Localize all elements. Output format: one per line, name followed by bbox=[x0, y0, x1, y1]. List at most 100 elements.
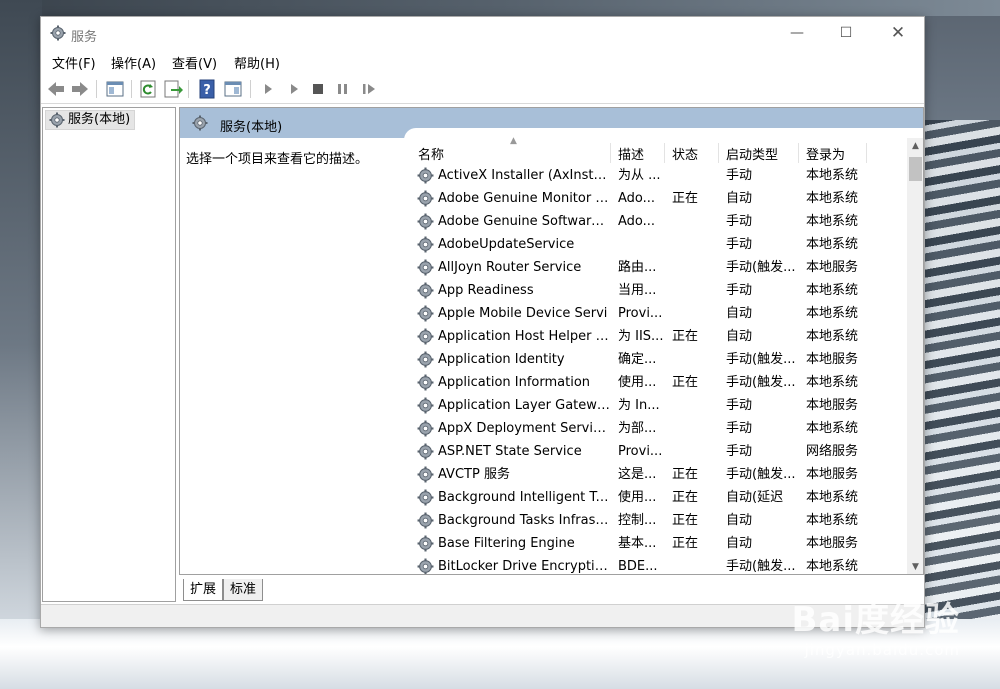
service-description: 使用... bbox=[618, 375, 657, 390]
tab-extended[interactable]: 扩展 bbox=[183, 579, 224, 601]
service-name: ASP.NET State Service bbox=[438, 444, 582, 459]
resume-service-icon[interactable] bbox=[358, 78, 380, 100]
back-arrow-icon[interactable] bbox=[45, 78, 67, 100]
tree-item-label: 服务(本地) bbox=[68, 112, 131, 127]
toolbar-separator bbox=[188, 80, 189, 98]
column-header-log-on-as[interactable]: 登录为 bbox=[806, 144, 845, 163]
service-gear-icon bbox=[417, 236, 434, 253]
tab-standard[interactable]: 标准 bbox=[223, 579, 264, 601]
console-tree-pane: 服务(本地) bbox=[42, 107, 176, 602]
show-hide-console-tree-icon[interactable] bbox=[104, 78, 126, 100]
service-log-on-as: 本地系统 bbox=[806, 490, 859, 505]
service-log-on-as: 本地系统 bbox=[806, 375, 859, 390]
service-row[interactable]: Base Filtering Engine 基本... 正在 自动 本地服务 bbox=[414, 532, 910, 555]
maximize-button[interactable]: ☐ bbox=[823, 17, 869, 50]
vertical-scrollbar[interactable]: ▲ ▼ bbox=[907, 138, 923, 574]
column-header-startup-type[interactable]: 启动类型 bbox=[726, 144, 778, 163]
service-row[interactable]: BitLocker Drive Encryption ... BDE... 手动(触… bbox=[414, 555, 910, 574]
menu-help[interactable]: 帮助(H) bbox=[234, 53, 280, 72]
menu-action[interactable]: 操作(A) bbox=[111, 53, 156, 72]
service-startup-type: 手动(触发... bbox=[726, 352, 796, 367]
service-description: 控制... bbox=[618, 513, 657, 528]
service-row[interactable]: Application Layer Gateway ... 为 In... 手动 本地… bbox=[414, 394, 910, 417]
desktop-background-top bbox=[0, 0, 1000, 16]
scroll-up-arrow-icon[interactable]: ▲ bbox=[907, 138, 923, 155]
service-row[interactable]: AllJoyn Router Service 路由... 手动(触发... 本地服务 bbox=[414, 256, 910, 279]
service-startup-type: 手动 bbox=[726, 168, 753, 183]
properties-icon[interactable] bbox=[222, 78, 244, 100]
column-divider[interactable] bbox=[866, 143, 867, 163]
service-startup-type: 自动(延迟 bbox=[726, 490, 784, 505]
help-icon[interactable]: ? bbox=[196, 78, 218, 100]
scroll-down-arrow-icon[interactable]: ▼ bbox=[907, 559, 923, 574]
service-name: AdobeUpdateService bbox=[438, 237, 575, 252]
service-log-on-as: 本地系统 bbox=[806, 191, 859, 206]
service-gear-icon bbox=[417, 558, 434, 574]
title-bar[interactable]: 服务 — ☐ ✕ bbox=[41, 17, 924, 50]
services-window: 服务 — ☐ ✕ 文件(F) 操作(A) 查看(V) 帮助(H) ? 服务(本地… bbox=[40, 16, 925, 628]
service-gear-icon bbox=[417, 466, 434, 483]
toolbar-separator bbox=[250, 80, 251, 98]
column-header-description[interactable]: 描述 bbox=[618, 144, 644, 163]
service-row[interactable]: ASP.NET State Service Provi... 手动 网络服务 bbox=[414, 440, 910, 463]
service-gear-icon bbox=[417, 282, 434, 299]
minimize-button[interactable]: — bbox=[774, 17, 820, 50]
services-gear-icon bbox=[49, 112, 65, 128]
service-row[interactable]: AVCTP 服务 这是... 正在 手动(触发... 本地服务 bbox=[414, 463, 910, 486]
service-startup-type: 手动 bbox=[726, 237, 753, 252]
service-name: Application Host Helper Se... bbox=[438, 329, 610, 344]
service-row[interactable]: App Readiness 当用... 手动 本地系统 bbox=[414, 279, 910, 302]
service-row[interactable]: AdobeUpdateService 手动 本地系统 bbox=[414, 233, 910, 256]
service-startup-type: 手动(触发... bbox=[726, 467, 796, 482]
service-description: 为 In... bbox=[618, 398, 660, 413]
service-row[interactable]: Application Information 使用... 正在 手动(触发... 本地… bbox=[414, 371, 910, 394]
menu-file[interactable]: 文件(F) bbox=[52, 53, 96, 72]
tree-item-services-local[interactable]: 服务(本地) bbox=[45, 110, 136, 130]
service-row[interactable]: Background Intelligent Tra... 使用... 正在 自动(延… bbox=[414, 486, 910, 509]
window-title: 服务 bbox=[71, 30, 98, 45]
service-status: 正在 bbox=[672, 329, 699, 344]
column-header-status[interactable]: 状态 bbox=[672, 144, 698, 163]
service-row[interactable]: Adobe Genuine Software I... Ado... 手动 本地系统 bbox=[414, 210, 910, 233]
service-description: 基本... bbox=[618, 536, 657, 551]
start-service-alt-icon[interactable] bbox=[283, 78, 305, 100]
service-description: 为从 ... bbox=[618, 168, 661, 183]
service-status: 正在 bbox=[672, 375, 699, 390]
service-description: 路由... bbox=[618, 260, 657, 275]
service-log-on-as: 本地服务 bbox=[806, 260, 859, 275]
menu-view[interactable]: 查看(V) bbox=[172, 53, 217, 72]
menu-bar: 文件(F) 操作(A) 查看(V) 帮助(H) bbox=[41, 50, 924, 72]
pause-service-icon[interactable] bbox=[332, 78, 354, 100]
service-row[interactable]: Adobe Genuine Monitor S... Ado... 正在 自动 本地系统 bbox=[414, 187, 910, 210]
service-row[interactable]: Apple Mobile Device Servi Provi... 自动 本地系统 bbox=[414, 302, 910, 325]
service-row[interactable]: Application Identity 确定... 手动(触发... 本地服务 bbox=[414, 348, 910, 371]
column-header-name[interactable]: 名称 bbox=[418, 144, 444, 163]
stop-service-icon[interactable] bbox=[307, 78, 329, 100]
service-log-on-as: 本地系统 bbox=[806, 168, 859, 183]
refresh-icon[interactable] bbox=[138, 78, 160, 100]
toolbar-separator bbox=[96, 80, 97, 98]
service-row[interactable]: ActiveX Installer (AxInstSV) 为从 ... 手动 本地系统 bbox=[414, 164, 910, 187]
service-log-on-as: 本地服务 bbox=[806, 536, 859, 551]
service-name: Application Identity bbox=[438, 352, 565, 367]
column-divider[interactable] bbox=[610, 143, 611, 163]
service-name: Background Intelligent Tra... bbox=[438, 490, 610, 505]
forward-arrow-icon[interactable] bbox=[69, 78, 91, 100]
scrollbar-thumb[interactable] bbox=[909, 157, 922, 181]
close-button[interactable]: ✕ bbox=[875, 17, 921, 50]
column-divider[interactable] bbox=[664, 143, 665, 163]
service-row[interactable]: Application Host Helper Se... 为 IIS... 正在 自… bbox=[414, 325, 910, 348]
service-startup-type: 手动 bbox=[726, 444, 753, 459]
service-log-on-as: 本地系统 bbox=[806, 559, 859, 574]
column-divider[interactable] bbox=[718, 143, 719, 163]
export-list-icon[interactable] bbox=[162, 78, 184, 100]
service-gear-icon bbox=[417, 512, 434, 529]
start-service-icon[interactable] bbox=[257, 78, 279, 100]
service-log-on-as: 本地系统 bbox=[806, 329, 859, 344]
service-row[interactable]: Background Tasks Infrastru... 控制... 正在 自动 本地… bbox=[414, 509, 910, 532]
service-gear-icon bbox=[417, 374, 434, 391]
service-row[interactable]: AppX Deployment Service ... 为部... 手动 本地系统 bbox=[414, 417, 910, 440]
column-divider[interactable] bbox=[798, 143, 799, 163]
service-gear-icon bbox=[417, 397, 434, 414]
svg-text:?: ? bbox=[203, 83, 211, 98]
